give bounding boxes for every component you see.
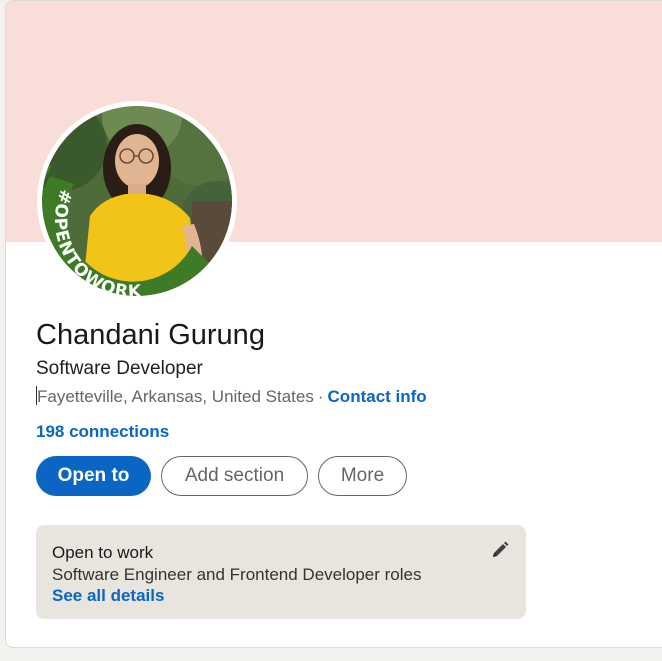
see-all-details-link[interactable]: See all details (52, 586, 164, 606)
location-row: Fayetteville, Arkansas, United States · Co… (36, 386, 427, 407)
profile-name: Chandani Gurung (36, 319, 265, 351)
profile-headline: Software Developer (36, 358, 203, 379)
add-section-button[interactable]: Add section (161, 456, 308, 496)
avatar-photo: #OPENTOWORK (42, 106, 232, 296)
open-to-work-description: Software Engineer and Frontend Developer… (52, 565, 422, 584)
avatar-frame[interactable]: #OPENTOWORK (37, 101, 237, 301)
open-to-work-card[interactable]: Open to work Software Engineer and Front… (36, 525, 526, 619)
profile-card: #OPENTOWORK Chandani Gurung Software Dev… (5, 0, 662, 648)
more-button[interactable]: More (318, 456, 407, 496)
open-to-button[interactable]: Open to (36, 456, 151, 496)
pencil-icon[interactable] (490, 540, 510, 560)
open-to-work-title: Open to work (52, 543, 154, 562)
profile-location: Fayetteville, Arkansas, United States (37, 387, 314, 406)
avatar[interactable]: #OPENTOWORK (42, 106, 232, 296)
contact-info-link[interactable]: Contact info (328, 387, 427, 406)
connections-link[interactable]: 198 connections (36, 422, 169, 442)
separator-dot: · (317, 387, 324, 406)
